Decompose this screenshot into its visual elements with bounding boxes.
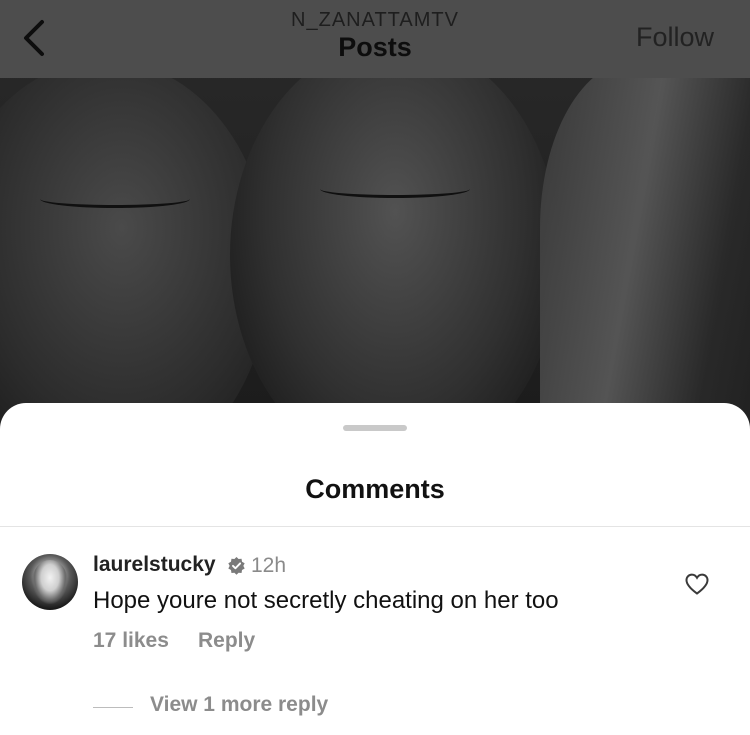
comments-sheet: Comments laurelstucky 12h Hope youre not… [0,403,750,735]
top-nav-bar: N_ZANATTAMTV Posts Follow [0,0,750,78]
sheet-title: Comments [305,474,445,504]
like-comment-button[interactable] [684,572,710,596]
reply-button[interactable]: Reply [198,629,255,653]
comment-timestamp: 12h [251,554,287,577]
comment-username[interactable]: laurelstucky [93,553,216,577]
heart-outline-icon [685,573,709,595]
comment-likes-count[interactable]: 17 likes [93,629,169,653]
photo-smile-center [320,180,470,198]
avatar[interactable] [22,554,78,610]
view-more-replies-button[interactable]: View 1 more reply [150,693,328,717]
comment-item: laurelstucky 12h Hope youre not secretly… [0,527,750,735]
replies-indicator-line [93,707,133,708]
follow-button[interactable]: Follow [636,22,714,53]
verified-badge-icon [228,556,245,575]
photo-smile-left [40,190,190,208]
sheet-drag-handle[interactable] [343,425,407,431]
comment-text: Hope youre not secretly cheating on her … [93,587,559,614]
avatar-portrait [32,560,68,604]
